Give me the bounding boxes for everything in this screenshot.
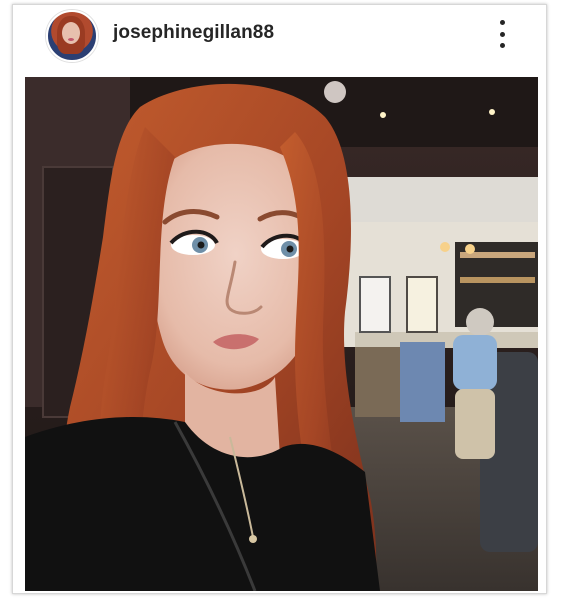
- chair: [355, 347, 400, 417]
- photo-illustration: [25, 77, 538, 591]
- bar-soffit: [325, 177, 538, 222]
- post-card: josephinegillan88: [12, 4, 547, 594]
- right-pupil: [286, 245, 294, 253]
- bar-counter: [355, 332, 538, 348]
- background-person-head: [466, 308, 494, 336]
- background-person-legs: [455, 389, 495, 459]
- bar-window-2: [406, 276, 438, 333]
- bar-window-1: [359, 276, 391, 333]
- selfie-photo[interactable]: [25, 77, 538, 591]
- ceiling-spotlight: [380, 112, 386, 118]
- pendant-lamp: [440, 242, 450, 252]
- bar-shelf-light-2: [460, 277, 535, 283]
- profile-avatar[interactable]: [46, 10, 98, 62]
- more-dot: [499, 31, 505, 37]
- username-link[interactable]: josephinegillan88: [113, 22, 274, 44]
- left-pupil: [197, 241, 205, 249]
- more-dot: [499, 43, 505, 48]
- more-dot: [499, 20, 505, 25]
- background-person-body: [453, 335, 497, 390]
- necklace-pendant: [249, 535, 257, 543]
- ceiling-spotlight: [324, 81, 346, 103]
- pendant-lamp: [465, 244, 475, 254]
- avatar-lips: [68, 38, 74, 41]
- post-header: josephinegillan88: [13, 5, 546, 67]
- chair-blue: [400, 342, 445, 422]
- more-options-vertical-icon[interactable]: [496, 20, 508, 48]
- ceiling-spotlight: [489, 109, 495, 115]
